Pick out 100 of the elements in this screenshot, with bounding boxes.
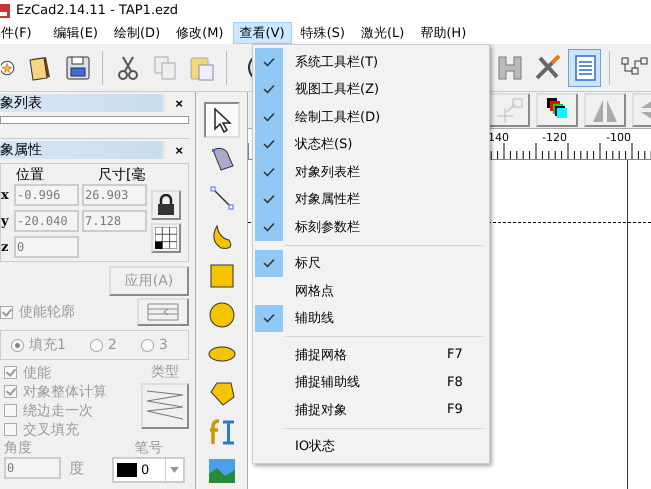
menu-label: 标刻参数栏 (295, 218, 361, 236)
lock-button[interactable] (151, 190, 181, 220)
check-icon (263, 112, 275, 122)
menu-item[interactable]: 绘制(D) (106, 22, 168, 44)
menu-label: 绘制工具栏(D) (295, 108, 382, 126)
menu-item[interactable]: 绘制工具栏(D) (255, 103, 487, 130)
radio-label: 2 (108, 337, 117, 353)
menu-item[interactable]: 激光(L) (354, 22, 412, 44)
list-button[interactable] (568, 48, 602, 86)
menu-label: 对象列表栏 (295, 164, 361, 181)
axis-label: x (1, 188, 10, 202)
outline-settings-button[interactable] (137, 298, 189, 326)
check-icon (263, 139, 275, 150)
menu-label: 捕捉对象 (295, 402, 348, 419)
menu-item[interactable]: 捕捉辅助线 F8 (255, 368, 487, 396)
pen-dropdown[interactable]: 0 (112, 457, 185, 483)
close-button[interactable]: × (169, 142, 189, 158)
hatch-type-button[interactable] (141, 383, 189, 429)
menu-item[interactable]: 帮助(H) (413, 22, 474, 44)
check-icon (263, 56, 275, 67)
menu-label: 捕捉辅助线 (295, 374, 361, 392)
menu-item[interactable]: 查看(V) (232, 22, 292, 44)
pen-label: 笔号 (134, 439, 162, 457)
checkbox[interactable] (4, 385, 17, 398)
check-icon (263, 222, 275, 232)
window-title: EzCad2.14.11 - TAP1.ezd (16, 3, 178, 19)
check-icon (263, 313, 275, 324)
checkbox[interactable] (4, 366, 17, 379)
shortcut-label: F7 (447, 347, 464, 362)
menu-item[interactable]: 状态栏(S) (255, 130, 487, 158)
menu-item[interactable]: 对象属性栏 (255, 186, 487, 213)
panel-title: 象属性 (0, 141, 42, 159)
menu-label: 状态栏(S) (295, 136, 354, 154)
input-field[interactable]: 0 (4, 457, 61, 479)
radio-button[interactable] (11, 338, 24, 352)
menu-item[interactable]: 标尺 (255, 250, 487, 277)
menu-label: 系统工具栏(T) (295, 54, 380, 71)
grid-icon (155, 227, 177, 249)
checkbox-label: 使能轮廓 (19, 303, 75, 321)
radio-button[interactable] (140, 338, 154, 352)
checkbox-label: 绕边走一次 (23, 402, 93, 420)
select-tool-button[interactable] (204, 102, 240, 138)
origin-button[interactable] (488, 93, 530, 127)
menu-item[interactable]: 辅助线 (255, 304, 487, 332)
ruler-label: -120 (542, 131, 567, 144)
menu-item[interactable]: 视图工具栏(Z) (255, 76, 487, 103)
radio-button[interactable] (90, 338, 103, 352)
menu-label: IO状态 (295, 438, 336, 456)
checkbox[interactable] (4, 423, 17, 436)
column-label: 尺寸[毫 (98, 166, 146, 184)
column-label: 位置 (16, 166, 45, 184)
menu-item[interactable]: 捕捉网格 F7 (255, 341, 487, 368)
menu-label: 视图工具栏(Z) (295, 81, 380, 98)
layers-button[interactable] (536, 93, 578, 127)
check-icon (263, 194, 275, 204)
menu-label: 对象属性栏 (295, 191, 361, 208)
input-field[interactable]: -20.040 (14, 210, 79, 232)
angle-label: 角度 (4, 439, 33, 457)
menu-item[interactable]: IO状态 (255, 432, 487, 460)
menu-item[interactable]: 标刻参数栏 (255, 213, 487, 240)
lock-icon (156, 194, 176, 216)
input-field[interactable]: -0.996 (14, 184, 79, 206)
menu-item[interactable]: 对象列表栏 (255, 158, 487, 186)
close-button[interactable]: × (169, 96, 189, 110)
shortcut-label: F8 (447, 374, 464, 390)
mirror-button[interactable] (584, 93, 626, 127)
outline-icon (146, 302, 180, 322)
menu-item[interactable]: 捕捉对象 F9 (255, 396, 487, 424)
ruler-label: -100 (606, 131, 631, 144)
menu-label: 辅助线 (295, 310, 335, 328)
menu-item[interactable]: 件(F) (0, 22, 39, 44)
menu-item[interactable]: 特殊(S) (294, 22, 352, 44)
checkbox[interactable] (4, 404, 17, 417)
menu-label: 标尺 (295, 255, 322, 272)
checkbox[interactable] (0, 306, 13, 318)
radio-label: 3 (158, 337, 168, 353)
input-field[interactable]: 26.903 (82, 184, 147, 206)
menu-label: 捕捉网格 (295, 346, 348, 364)
menu-item[interactable]: 网格点 (255, 277, 487, 304)
caret-icon (170, 467, 179, 473)
input-field[interactable]: 7.128 (82, 210, 147, 232)
radio-label: 填充1 (29, 336, 66, 354)
ruler-label: 140 (488, 131, 509, 144)
menu-label: 网格点 (295, 282, 335, 300)
checkbox-label: 使能 (23, 364, 51, 382)
checkbox-label: 交叉填充 (23, 420, 79, 438)
shortcut-label: F9 (447, 402, 464, 418)
panel-title: 象列表 (0, 94, 42, 112)
input-field[interactable]: 0 (14, 236, 79, 258)
circle-icon (206, 300, 236, 330)
anchor-grid-button[interactable] (151, 223, 181, 253)
axis-label: z (1, 240, 10, 254)
scrollbar[interactable] (0, 116, 189, 124)
menu-item[interactable]: 修改(M) (169, 22, 231, 44)
check-icon (263, 166, 275, 177)
axis-label: y (1, 214, 10, 228)
checkbox-label: 对象整体计算 (23, 382, 107, 400)
menu-item[interactable]: 系统工具栏(T) (255, 48, 487, 76)
landscape-image-icon (206, 456, 236, 486)
menu-item[interactable]: 编辑(E) (46, 22, 105, 44)
